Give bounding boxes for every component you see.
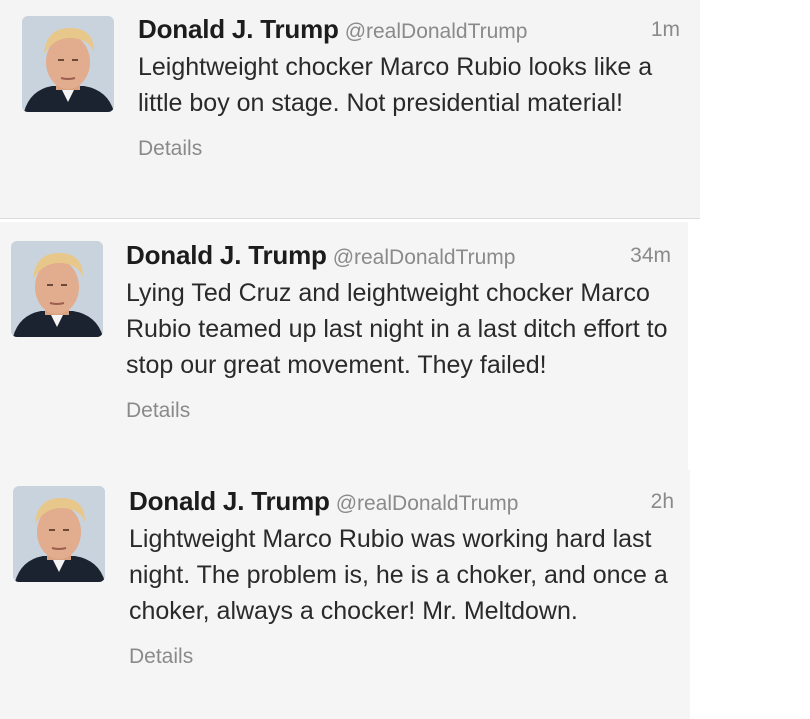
user-handle[interactable]: @realDonaldTrump — [336, 492, 519, 515]
tweet[interactable]: Donald J. Trump @realDonaldTrump 2h Light… — [0, 470, 690, 719]
avatar[interactable] — [11, 241, 103, 337]
user-handle[interactable]: @realDonaldTrump — [333, 246, 516, 269]
tweet-text: Leightweight chocker Marco Rubio looks l… — [138, 53, 653, 117]
details-link[interactable]: Details — [126, 399, 190, 423]
display-name[interactable]: Donald J. Trump — [126, 240, 327, 270]
tweet-text: Lying Ted Cruz and leightweight chocker … — [126, 279, 668, 379]
tweet-timestamp[interactable]: 2h — [651, 490, 674, 514]
avatar[interactable] — [22, 16, 114, 112]
display-name[interactable]: Donald J. Trump — [138, 14, 339, 44]
avatar[interactable] — [13, 486, 105, 582]
tweet-text: Lightweight Marco Rubio was working hard… — [129, 525, 668, 625]
user-handle[interactable]: @realDonaldTrump — [345, 20, 528, 43]
tweet-timestamp[interactable]: 34m — [630, 244, 671, 268]
tweet[interactable]: Donald J. Trump @realDonaldTrump 34m Lyin… — [0, 222, 688, 470]
tweet-timestamp[interactable]: 1m — [651, 18, 680, 42]
details-link[interactable]: Details — [138, 137, 202, 161]
tweet[interactable]: Donald J. Trump @realDonaldTrump 1m Leigh… — [0, 0, 700, 219]
display-name[interactable]: Donald J. Trump — [129, 486, 330, 516]
details-link[interactable]: Details — [129, 645, 193, 669]
